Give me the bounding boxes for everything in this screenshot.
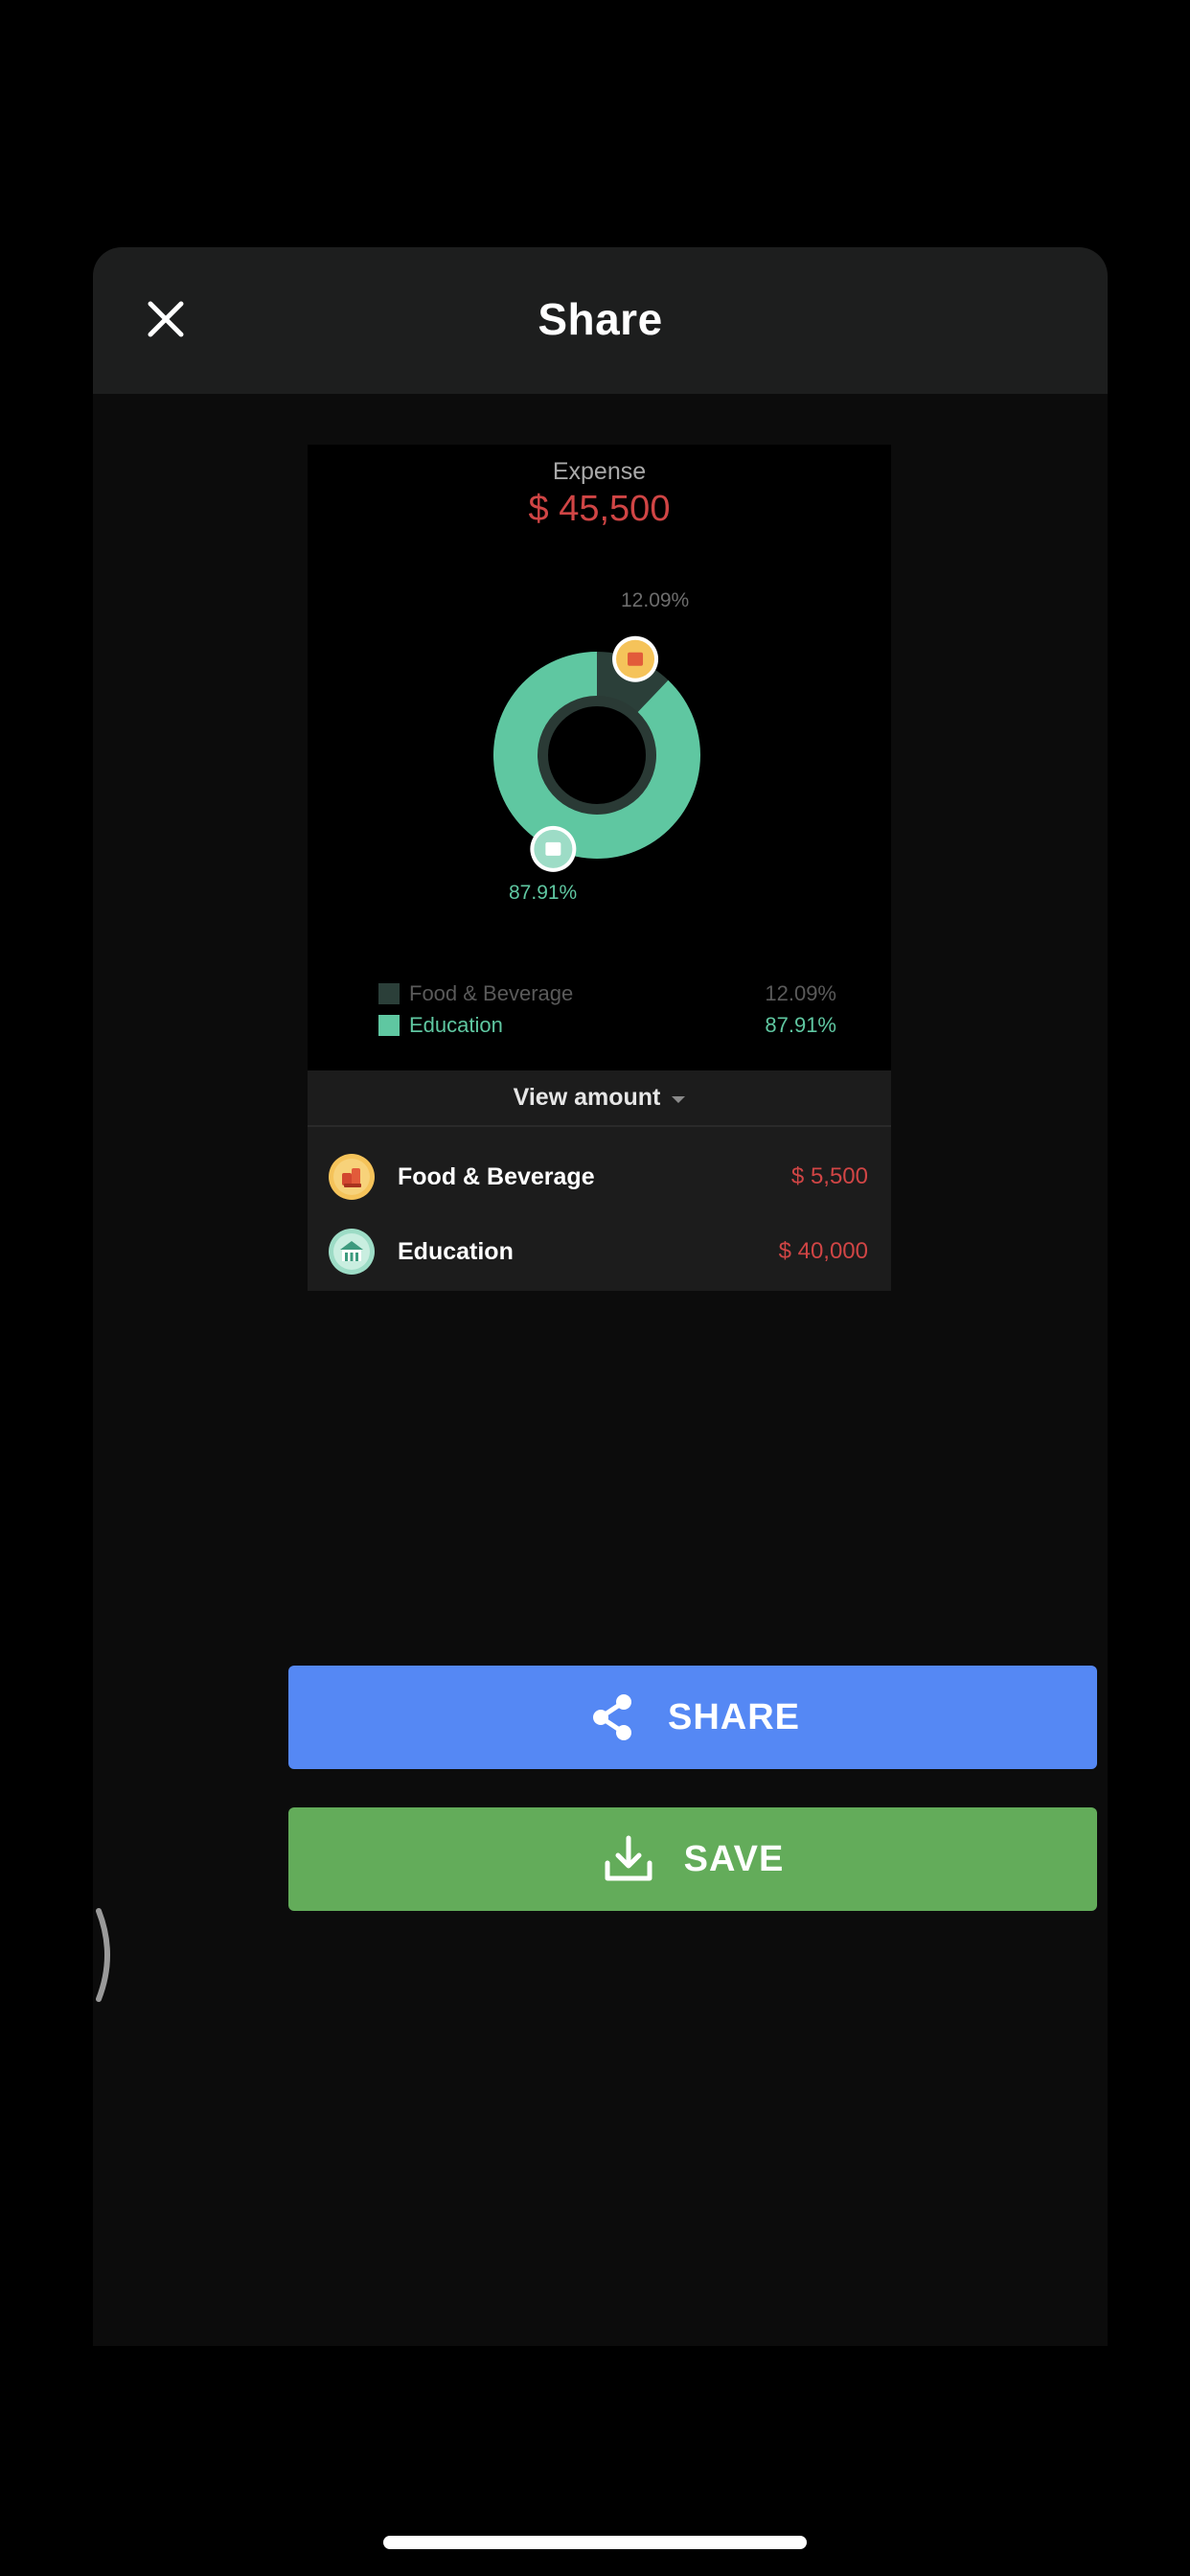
category-name: Education	[398, 1237, 514, 1265]
download-icon	[602, 1832, 655, 1886]
legend-swatch	[378, 1015, 400, 1036]
legend-pct: 12.09%	[765, 981, 836, 1005]
food-beverage-marker-icon	[612, 635, 659, 682]
amount-panel: View amount Food & Beverage $ 5,500 Educ…	[308, 1070, 891, 1291]
category-amount: $ 5,500	[790, 1163, 868, 1189]
view-amount-label: View amount	[513, 1084, 661, 1111]
donut-chart-svg	[493, 635, 700, 872]
legend-name: Education	[409, 1013, 503, 1037]
slice-label-food: 12.09%	[621, 589, 690, 611]
food-beverage-icon	[329, 1154, 375, 1200]
legend-swatch	[378, 983, 400, 1004]
donut-chart	[308, 445, 891, 1070]
view-amount-toggle[interactable]: View amount	[308, 1070, 891, 1127]
caret-down-icon	[672, 1095, 686, 1103]
list-item-food: Food & Beverage $ 5,500	[308, 1143, 891, 1210]
category-name: Food & Beverage	[398, 1162, 595, 1190]
category-amount: $ 40,000	[778, 1238, 868, 1264]
legend-item-food: Food & Beverage 12.09%	[378, 981, 836, 1006]
share-button[interactable]: SHARE	[288, 1666, 1097, 1769]
education-icon	[329, 1229, 375, 1275]
legend-item-education: Education 87.91%	[378, 1013, 836, 1038]
donut-hole	[559, 717, 635, 794]
legend-name: Food & Beverage	[409, 981, 574, 1005]
sheet-header: Share	[93, 247, 1108, 394]
home-indicator[interactable]	[383, 2536, 807, 2549]
page-title: Share	[538, 294, 663, 344]
edge-swipe-indicator	[93, 1907, 122, 2003]
save-button-label: SAVE	[683, 1838, 785, 1879]
legend-pct: 87.91%	[765, 1013, 836, 1037]
list-item-education: Education $ 40,000	[308, 1218, 891, 1285]
education-marker-icon	[530, 825, 577, 872]
save-button[interactable]: SAVE	[288, 1807, 1097, 1911]
expense-preview-card: Expense $ 45,500 12.09% 87.91% Food & Be…	[308, 445, 891, 1070]
share-button-label: SHARE	[667, 1696, 801, 1737]
share-sheet: Share Expense $ 45,500 12.09% 87.91% Foo…	[93, 247, 1108, 2346]
share-icon	[585, 1690, 639, 1744]
slice-label-education: 87.91%	[509, 882, 578, 904]
